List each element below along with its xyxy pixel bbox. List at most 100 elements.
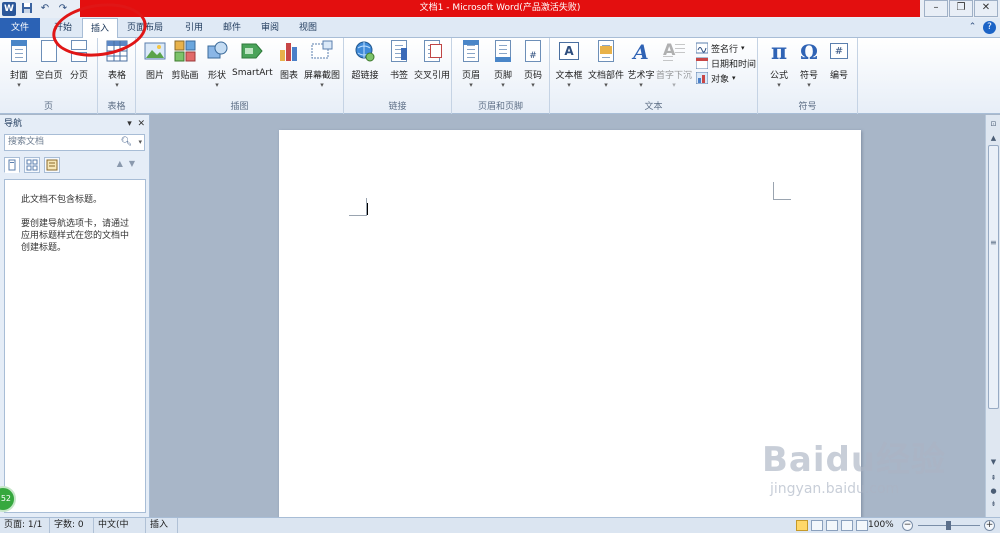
- symbol-button[interactable]: Ω 符号 ▾: [792, 40, 826, 94]
- group-label-header-footer: 页眉和页脚: [477, 102, 523, 112]
- group-label-tables: 表格: [107, 102, 126, 112]
- draft-view-icon[interactable]: [856, 520, 868, 531]
- tab-view[interactable]: 视图: [290, 18, 326, 38]
- view-buttons: [796, 520, 868, 531]
- help-icon[interactable]: ?: [983, 21, 996, 34]
- date-time-button[interactable]: 日期和时间: [695, 56, 756, 70]
- header-button[interactable]: 页眉 ▾: [454, 40, 488, 94]
- nav-pane-header: 导航 ▾ ✕: [0, 115, 149, 133]
- save-icon[interactable]: [20, 2, 34, 16]
- chart-button[interactable]: 图表: [272, 40, 306, 94]
- wordart-button[interactable]: A 艺术字 ▾: [624, 40, 658, 94]
- next-heading-icon[interactable]: ▼: [129, 159, 141, 168]
- status-page[interactable]: 页面: 1/1: [0, 518, 50, 533]
- chevron-down-icon: ▾: [115, 81, 119, 89]
- shapes-button[interactable]: 形状 ▾: [200, 40, 234, 94]
- next-page-icon[interactable]: ⇟: [988, 499, 999, 510]
- tab-page-thumbnails[interactable]: [24, 157, 40, 173]
- calendar-icon: [695, 57, 709, 70]
- tab-search-results[interactable]: [44, 157, 60, 173]
- smartart-button[interactable]: SmartArt: [232, 40, 273, 94]
- chevron-down-icon: ▾: [807, 81, 811, 89]
- hyperlink-button[interactable]: 超链接: [348, 40, 382, 94]
- group-symbols: π 公式 ▾ Ω 符号 ▾ # 编号 符号: [758, 38, 858, 114]
- web-layout-view-icon[interactable]: [826, 520, 838, 531]
- full-screen-reading-view-icon[interactable]: [811, 520, 823, 531]
- nav-view-tabs: ▲▼: [4, 157, 145, 175]
- picture-button[interactable]: 图片: [138, 40, 172, 94]
- tab-headings[interactable]: [4, 157, 20, 173]
- omega-icon: Ω: [800, 40, 818, 64]
- object-button[interactable]: 对象 ▾: [695, 71, 736, 85]
- close-button[interactable]: ✕: [974, 0, 998, 17]
- scrollbar-thumb[interactable]: [988, 145, 999, 409]
- undo-icon[interactable]: ↶: [38, 2, 52, 16]
- zoom-slider-thumb[interactable]: [946, 521, 951, 530]
- group-header-footer: 页眉 ▾ 页脚 ▾ # 页码 ▾ 页眉和页脚: [452, 38, 550, 114]
- quick-parts-icon: [595, 40, 617, 64]
- outline-view-icon[interactable]: [841, 520, 853, 531]
- clip-art-button[interactable]: 剪贴画: [168, 40, 202, 94]
- tab-mailings[interactable]: 邮件: [214, 18, 250, 38]
- quick-parts-button[interactable]: 文档部件 ▾: [586, 40, 626, 94]
- status-bar: 页面: 1/1 字数: 0 中文(中国) 插入 100% − +: [0, 517, 1000, 533]
- status-insert-mode[interactable]: 插入: [146, 518, 178, 533]
- signature-line-icon: [695, 42, 709, 54]
- cover-page-button[interactable]: 封面 ▾: [2, 40, 36, 94]
- watermark: Baidu经验 jingyan.baidu.com: [762, 432, 946, 497]
- bookmark-icon: [388, 40, 410, 64]
- ruler-toggle-icon[interactable]: ⊡: [988, 119, 999, 130]
- globe-link-icon: [354, 40, 376, 64]
- search-options-icon[interactable]: ▾: [138, 135, 142, 150]
- vertical-scrollbar[interactable]: ⊡ ▲ ▼ ⇞ ● ⇟: [985, 115, 1000, 517]
- select-browse-object-icon[interactable]: ●: [988, 486, 999, 497]
- create-headings-hint: 要创建导航选项卡，请通过应用标题样式在您的文档中创建标题。: [21, 219, 130, 253]
- window-controls: – ❐ ✕: [923, 0, 998, 17]
- drop-cap-icon: A: [663, 40, 685, 64]
- restore-button[interactable]: ❐: [949, 0, 973, 17]
- group-label-links: 链接: [388, 102, 407, 112]
- header-icon: [460, 40, 482, 64]
- wordart-icon: A: [633, 40, 649, 64]
- previous-page-icon[interactable]: ⇞: [988, 473, 999, 484]
- bookmark-button[interactable]: 书签: [382, 40, 416, 94]
- equation-button[interactable]: π 公式 ▾: [762, 40, 796, 94]
- group-illustrations: 图片 剪贴画 形状 ▾ SmartArt 图表 屏幕截图 ▾ 插图: [136, 38, 344, 114]
- number-button[interactable]: # 编号: [822, 40, 856, 94]
- text-box-button[interactable]: A 文本框 ▾: [552, 40, 586, 94]
- group-links: 超链接 书签 交叉引用 链接: [344, 38, 452, 114]
- zoom-level[interactable]: 100%: [868, 518, 894, 533]
- tab-references[interactable]: 引用: [176, 18, 212, 38]
- crop-mark-top-right: [773, 182, 791, 200]
- ribbon-tabs: 文件 开始 插入 页面布局 引用 邮件 审阅 视图 ⌃ ?: [0, 18, 1000, 39]
- zoom-in-icon[interactable]: +: [984, 520, 995, 531]
- page-number-button[interactable]: # 页码 ▾: [516, 40, 550, 94]
- status-language[interactable]: 中文(中国): [94, 518, 146, 533]
- chevron-down-icon: ▾: [531, 81, 535, 89]
- search-icon[interactable]: 🔍︎: [121, 135, 132, 150]
- tab-review[interactable]: 审阅: [252, 18, 288, 38]
- previous-heading-icon[interactable]: ▲: [117, 159, 129, 168]
- chevron-down-icon: ▾: [215, 81, 219, 89]
- status-word-count[interactable]: 字数: 0: [50, 518, 94, 533]
- print-layout-view-icon[interactable]: [796, 520, 808, 531]
- signature-line-button[interactable]: 签名行 ▾: [695, 41, 745, 55]
- group-label-pages: 页: [43, 102, 53, 112]
- picture-icon: [144, 40, 166, 64]
- nav-search-input[interactable]: 搜索文档 🔍︎ ▾: [4, 134, 145, 151]
- scroll-down-icon[interactable]: ▼: [988, 457, 999, 468]
- footer-button[interactable]: 页脚 ▾: [486, 40, 520, 94]
- drop-cap-button[interactable]: A 首字下沉 ▾: [656, 40, 692, 94]
- screenshot-button[interactable]: 屏幕截图 ▾: [302, 40, 342, 94]
- tab-file[interactable]: 文件: [0, 18, 40, 38]
- close-pane-icon[interactable]: ✕: [137, 119, 145, 129]
- pane-options-icon[interactable]: ▾: [127, 119, 132, 129]
- chevron-down-icon: ▾: [672, 81, 676, 89]
- minimize-ribbon-icon[interactable]: ⌃: [966, 21, 979, 34]
- cross-reference-button[interactable]: 交叉引用: [414, 40, 450, 94]
- scroll-up-icon[interactable]: ▲: [988, 133, 999, 144]
- minimize-button[interactable]: –: [924, 0, 948, 17]
- zoom-out-icon[interactable]: −: [902, 520, 913, 531]
- word-logo-icon[interactable]: W: [2, 2, 16, 16]
- object-icon: [695, 71, 709, 85]
